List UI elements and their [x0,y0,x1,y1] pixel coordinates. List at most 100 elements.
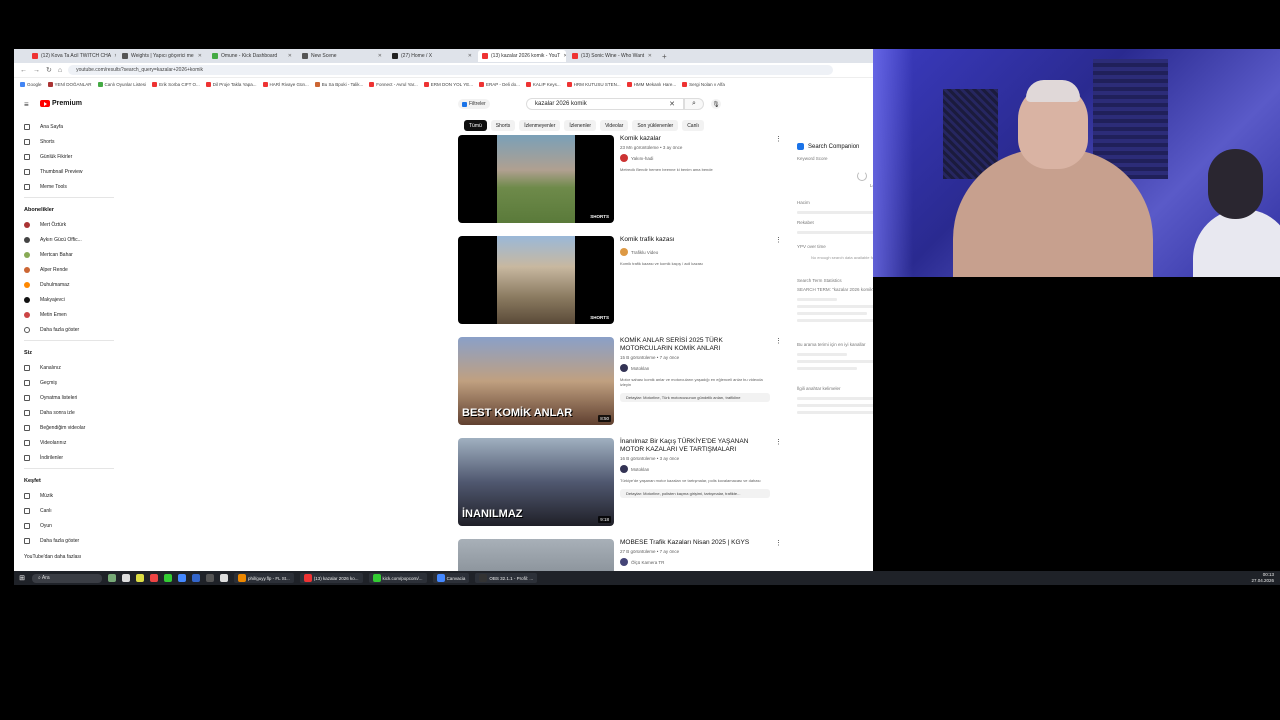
tab-close-icon[interactable]: ✕ [563,53,566,59]
video-title[interactable]: İnanılmaz Bir Kaçış TÜRKİYE'DE YAŞANAN M… [620,438,770,454]
more-options-icon[interactable]: ⋮ [775,438,782,446]
browser-tab[interactable]: New Scene ✕ [298,50,386,62]
subscription-item[interactable]: Makyajevci [14,292,124,307]
youtube-logo[interactable]: Premium [40,100,82,107]
clear-search-icon[interactable]: ✕ [669,100,675,108]
new-tab-icon[interactable]: + [658,52,671,61]
browser-tab[interactable]: Weights | Yapıcı göçerici me ✕ [118,50,206,62]
sidebar-item[interactable]: Canlı [14,503,124,518]
sidebar-item[interactable]: İndirilenler [14,450,124,465]
subscription-item[interactable]: Duhulmamaz [14,277,124,292]
filters-button[interactable]: Filtreler [458,99,490,109]
tab-close-icon[interactable]: ✕ [648,53,652,59]
video-thumbnail[interactable]: SHORTS [458,236,614,324]
more-options-icon[interactable]: ⋮ [775,539,782,547]
video-title[interactable]: KOMİK ANLAR SERİSİ 2025 TÜRK MOTORCULARI… [620,337,770,353]
taskbar-app-icon[interactable] [192,574,200,582]
bookmark-item[interactable]: YENİ DOĞANLAR [47,82,92,87]
bookmark-item[interactable]: Google [20,82,42,87]
back-icon[interactable]: ← [20,67,27,74]
browser-tab[interactable]: (13) kazalar 2026 komik - YouT ✕ [478,50,566,62]
sidebar-item[interactable]: Daha fazla göster [14,533,124,548]
video-thumbnail[interactable]: İNANILMAZ 9:18 [458,438,614,526]
url-field[interactable]: youtube.com/results?search_query=kazalar… [68,65,833,75]
video-result[interactable]: MOBESE Trafik Kazaları Nisan 2025 | KGYS… [458,539,782,571]
taskbar-window[interactable]: OBS 32.1.1 - Profil: ... [475,573,538,583]
filter-chip[interactable]: Shorts [490,120,516,131]
taskbar-window[interactable]: Canvacia [432,573,470,583]
video-result[interactable]: SHORTS Komik kazalar 23 Mn görüntüleme • 3… [458,135,782,236]
taskbar-window[interactable]: (13) kazalar 2026 ko... [299,573,363,583]
more-options-icon[interactable]: ⋮ [775,337,782,345]
filter-chip[interactable]: Tümü [464,120,487,131]
video-result[interactable]: BEST KOMİK ANLAR 8:50 KOMİK ANLAR SERİSİ 2… [458,337,782,438]
more-options-icon[interactable]: ⋮ [775,236,782,244]
tab-close-icon[interactable]: ✕ [114,53,116,59]
bookmark-item[interactable]: HMM Mekanlı Hare... [626,82,676,87]
windows-start-icon[interactable]: ⊞ [18,574,26,582]
video-title[interactable]: Komik trafik kazası [620,236,770,244]
taskbar-app-icon[interactable] [164,574,172,582]
sidebar-item[interactable]: Thumbnail Preview [14,164,124,179]
tab-close-icon[interactable]: ✕ [468,53,472,59]
tab-close-icon[interactable]: ✕ [198,53,202,59]
channel-row[interactable]: Motoklan [620,465,770,473]
subscription-item[interactable]: Mertcan Bahar [14,247,124,262]
bookmark-item[interactable]: KALIP Keys... [525,82,561,87]
you-heading[interactable]: Siz [14,345,124,360]
video-thumbnail[interactable]: BEST KOMİK ANLAR 8:50 [458,337,614,425]
bookmark-item[interactable]: ERAP - Deli do... [478,82,520,87]
home-icon[interactable]: ⌂ [58,67,62,74]
sidebar-item[interactable]: Beğendiğim videolar [14,420,124,435]
subscriptions-heading[interactable]: Abonelikler [14,202,124,217]
bookmark-item[interactable]: Bu Sa Bpoki - Talik... [314,82,363,87]
bookmark-item[interactable]: Fonnect - Avrul Yar... [369,82,418,87]
reload-icon[interactable]: ↻ [46,66,52,74]
sidebar-item[interactable]: Daha sonra izle [14,405,124,420]
subscription-item[interactable]: Daha fazla göster [14,322,124,337]
sidebar-item[interactable]: Videolarınız [14,435,124,450]
bookmark-item[interactable]: HRM KUTUSU STEN... [566,82,621,87]
taskbar-window[interactable]: kick.com/popcorn/... [368,573,427,583]
voice-search-icon[interactable]: 🎙 [711,99,721,109]
video-title[interactable]: Komik kazalar [620,135,770,143]
channel-row[interactable]: Ölçü Kamera TR [620,558,770,566]
channel-row[interactable]: Motoklan [620,364,770,372]
filter-chip[interactable]: Videolar [600,120,629,131]
sidebar-item[interactable]: Meme Tools [14,179,124,194]
taskbar-app-icon[interactable] [178,574,186,582]
search-button[interactable]: ⌕ [684,98,704,110]
search-input[interactable]: kazalar 2026 komik ✕ [526,98,684,110]
video-thumbnail[interactable] [458,539,614,571]
sidebar-item[interactable]: Shorts [14,134,124,149]
video-result[interactable]: İNANILMAZ 9:18 İnanılmaz Bir Kaçış TÜRKİYE… [458,438,782,539]
sidebar-item[interactable]: Geçmiş [14,375,124,390]
filter-chip[interactable]: Canlı [682,120,704,131]
filter-chip[interactable]: İzlenmeyenler [519,120,561,131]
taskbar-app-icon[interactable] [108,574,116,582]
channel-row[interactable]: Yakını-hadi [620,154,770,162]
browser-tab[interactable]: (13) Sonic Wine - Who Want ✕ [568,50,656,62]
taskbar-window[interactable]: phil/guyy.flp - FL St... [234,573,294,583]
bookmark-item[interactable]: Canlı Oyunlar Listesi [97,82,146,87]
taskbar-app-icon[interactable] [220,574,228,582]
subscription-item[interactable]: Mert Öztürk [14,217,124,232]
subscription-item[interactable]: Alper Rende [14,262,124,277]
video-chapters[interactable]: Detaylar: Motorline, polisten kaçma giri… [620,489,770,498]
taskbar-app-icon[interactable] [206,574,214,582]
bookmark-item[interactable]: Dil Proje Takla Yapa... [205,82,257,87]
video-thumbnail[interactable]: SHORTS [458,135,614,223]
sidebar-item[interactable]: Ana Sayfa [14,119,124,134]
more-options-icon[interactable]: ⋮ [775,135,782,143]
browser-tab[interactable]: Omune - Kick Dashboard ✕ [208,50,296,62]
video-title[interactable]: MOBESE Trafik Kazaları Nisan 2025 | KGYS [620,539,770,547]
taskbar-app-icon[interactable] [122,574,130,582]
filter-chip[interactable]: Son yüklenenler [632,120,679,131]
browser-tab[interactable]: (27) Home / X ✕ [388,50,476,62]
filter-chip[interactable]: İzlenenler [564,120,597,131]
taskbar-app-icon[interactable] [150,574,158,582]
tab-close-icon[interactable]: ✕ [378,53,382,59]
bookmark-item[interactable]: Erik Sorba CIFT O... [152,82,200,87]
sidebar-item[interactable]: Oynatma listeleri [14,390,124,405]
video-result[interactable]: SHORTS Komik trafik kazası Trafiklu Video K… [458,236,782,337]
